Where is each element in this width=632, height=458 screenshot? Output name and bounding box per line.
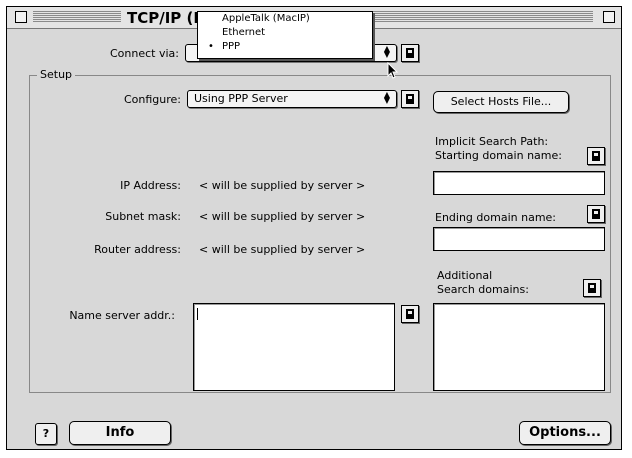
- ending-domain-info-button[interactable]: [587, 205, 605, 223]
- starting-domain-name-label: Starting domain name:: [435, 149, 562, 162]
- connect-via-info-button[interactable]: [401, 44, 419, 62]
- setup-group-label: Setup: [37, 68, 76, 82]
- popup-arrows-icon: ▲ ▼: [383, 44, 391, 59]
- connect-via-label: Connect via:: [110, 47, 179, 60]
- name-server-label: Name server addr.:: [69, 309, 175, 322]
- document-icon: [588, 283, 596, 293]
- document-icon: [406, 48, 414, 58]
- search-domains-label: Search domains:: [437, 283, 529, 296]
- menu-item-label: AppleTalk (MacIP): [222, 13, 310, 24]
- starting-domain-info-button[interactable]: [587, 147, 605, 165]
- menu-item-ethernet[interactable]: Ethernet: [198, 26, 372, 40]
- selected-marker: •: [208, 41, 214, 52]
- close-box-icon[interactable]: [15, 11, 27, 23]
- router-address-label: Router address:: [94, 243, 181, 256]
- menu-item-appletalk[interactable]: AppleTalk (MacIP): [198, 12, 372, 26]
- popup-arrows-icon: ▲ ▼: [383, 90, 391, 105]
- configure-info-button[interactable]: [401, 90, 419, 108]
- mouse-pointer-icon: [387, 62, 399, 79]
- subnet-mask-value: < will be supplied by server >: [199, 210, 366, 223]
- options-button[interactable]: Options...: [519, 421, 611, 445]
- configure-popup[interactable]: Using PPP Server ▲ ▼: [187, 90, 397, 108]
- configure-value: Using PPP Server: [194, 92, 288, 105]
- document-icon: [592, 209, 600, 219]
- ending-domain-name-label: Ending domain name:: [435, 211, 557, 224]
- ip-address-value: < will be supplied by server >: [199, 179, 366, 192]
- starting-domain-field[interactable]: [433, 171, 605, 195]
- name-server-field[interactable]: [193, 303, 395, 391]
- select-hosts-file-button[interactable]: Select Hosts File...: [433, 91, 569, 113]
- search-domains-info-button[interactable]: [583, 279, 601, 297]
- configure-label: Configure:: [123, 93, 181, 106]
- menu-item-ppp[interactable]: • PPP: [198, 40, 372, 54]
- zoom-box-icon[interactable]: [603, 11, 615, 23]
- help-button[interactable]: ?: [35, 423, 57, 445]
- router-address-value: < will be supplied by server >: [199, 243, 366, 256]
- document-icon: [406, 309, 414, 319]
- menu-item-label: Ethernet: [222, 27, 266, 38]
- connect-via-menu: AppleTalk (MacIP) Ethernet • PPP: [197, 11, 373, 59]
- ip-address-label: IP Address:: [120, 179, 181, 192]
- document-icon: [406, 94, 414, 104]
- text-caret: [197, 308, 198, 320]
- menu-item-label: PPP: [222, 41, 241, 52]
- help-icon: ?: [42, 427, 50, 440]
- additional-label: Additional: [437, 269, 493, 282]
- subnet-mask-label: Subnet mask:: [105, 210, 181, 223]
- implicit-search-path-label: Implicit Search Path:: [435, 135, 549, 148]
- document-icon: [592, 151, 600, 161]
- tcpip-window: TCP/IP (Prodigy Infinitum) Connect via: …: [6, 6, 622, 450]
- info-button[interactable]: Info: [69, 421, 171, 445]
- ending-domain-field[interactable]: [433, 227, 605, 251]
- search-domains-field[interactable]: [433, 303, 605, 391]
- name-server-info-button[interactable]: [401, 305, 419, 323]
